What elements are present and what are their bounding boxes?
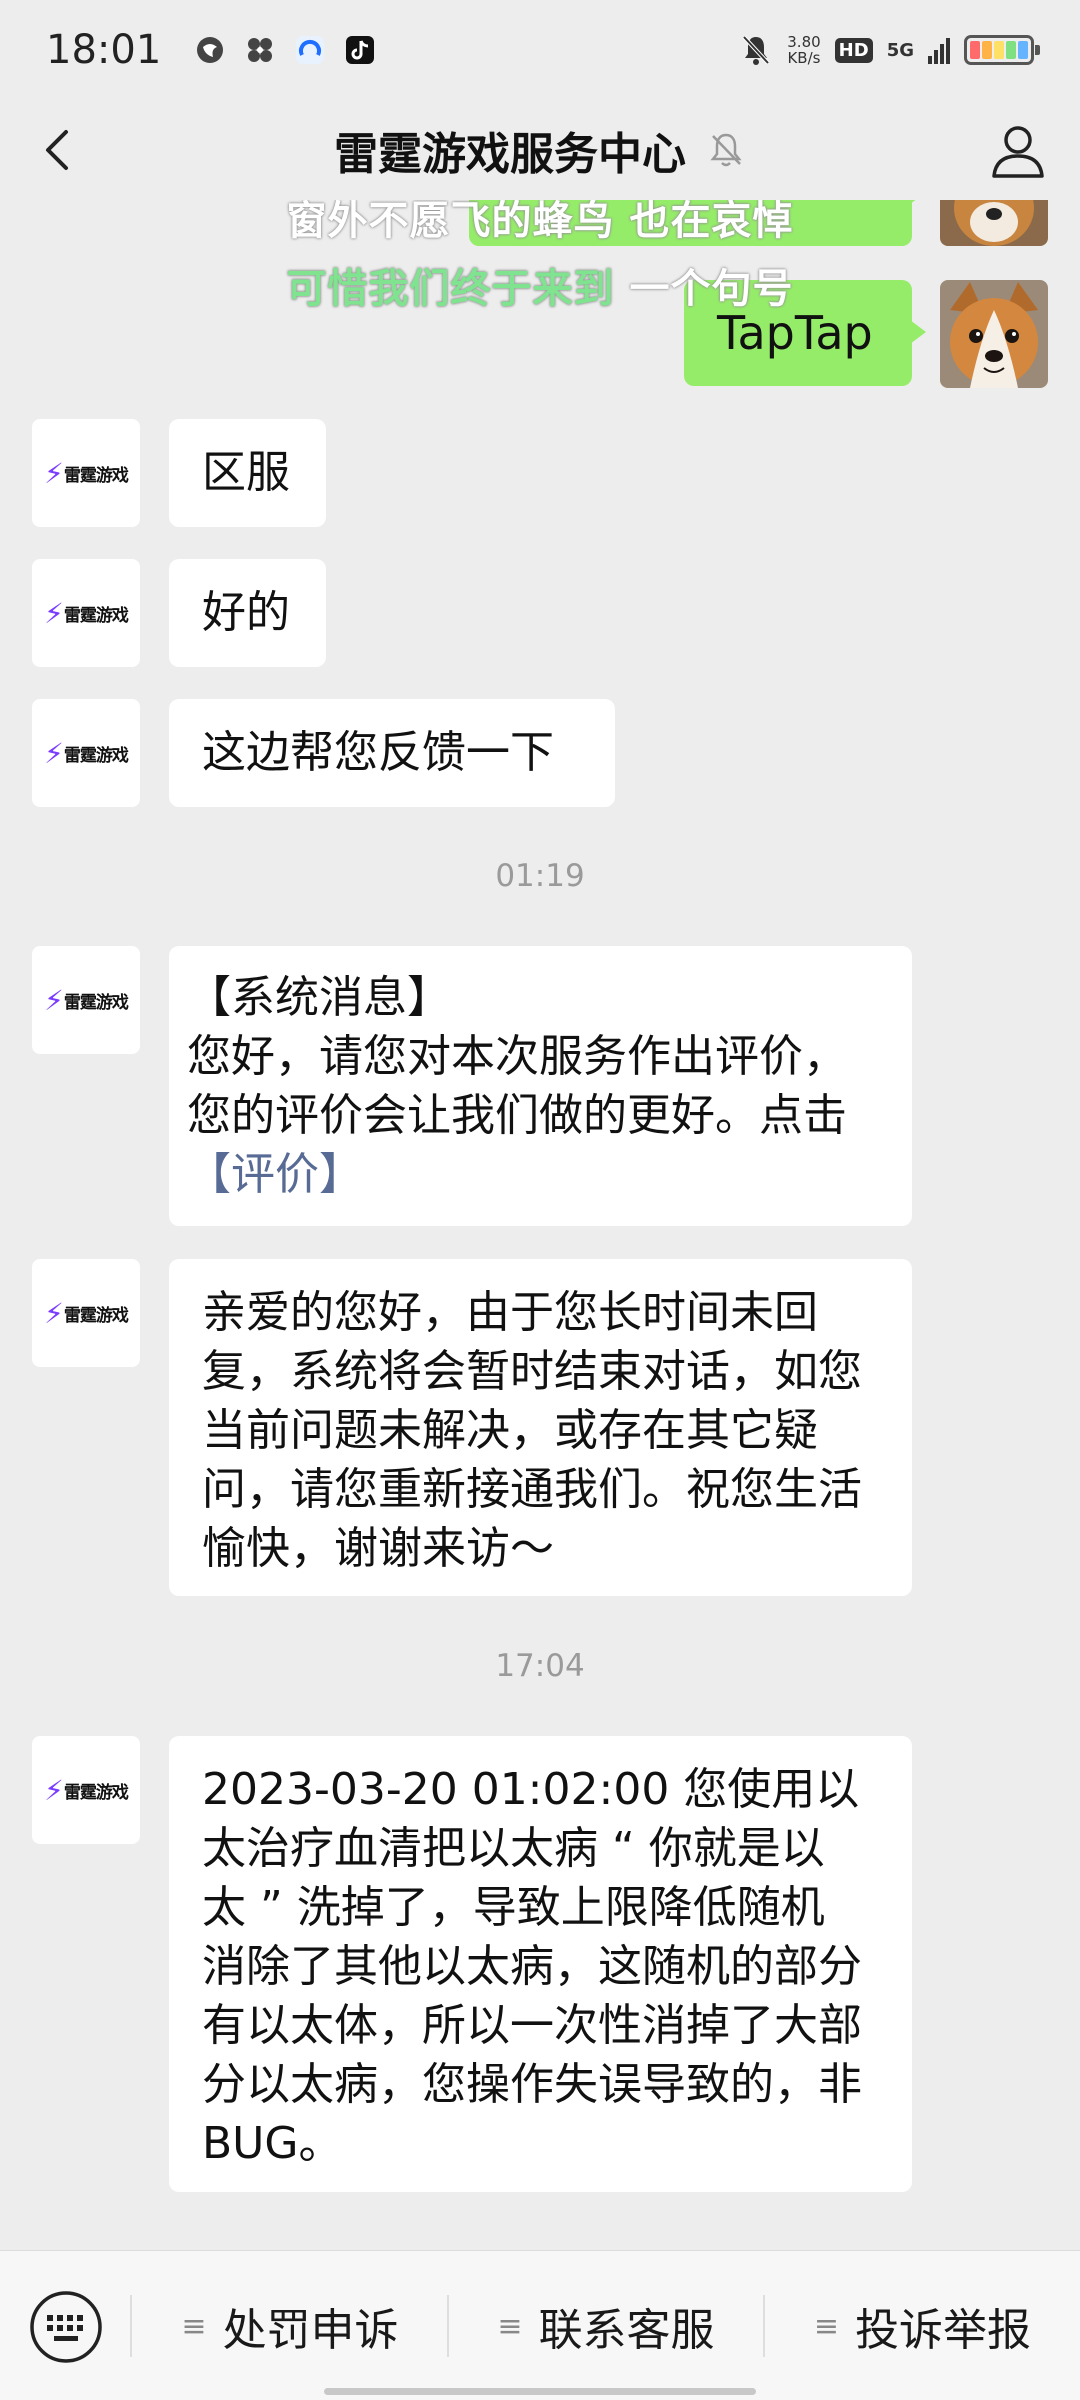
flower-app-icon <box>248 38 273 62</box>
avatar-service[interactable]: ⚡ 雷霆游戏 <box>32 419 140 527</box>
avatar-logo-text: 雷霆游戏 <box>63 745 129 766</box>
nav-bar: 雷霆游戏服务中心 <box>0 100 1080 200</box>
message-line: 有以太体，所以一次性消掉了大部 <box>202 2000 862 2051</box>
browser-app-icon <box>296 36 325 64</box>
menu-lines-icon: ≡ <box>181 2308 207 2344</box>
net-speed: 3.80 KB/s <box>787 34 820 66</box>
lyric-text-1: 窗外不愿飞的蜂鸟 也在哀悼 <box>286 200 794 244</box>
net-speed-unit: KB/s <box>787 49 821 67</box>
message-line: BUG。 <box>202 2118 343 2169</box>
rate-link[interactable]: 【评价】 <box>187 1145 894 1204</box>
signal-bars-icon <box>928 38 950 64</box>
signal-5g: 5G <box>886 39 914 61</box>
back-icon[interactable] <box>30 120 90 180</box>
system-message-line: 您的评价会让我们做的更好。点击 <box>187 1090 847 1141</box>
menu-lines-icon: ≡ <box>813 2308 840 2344</box>
message-line: 当前问题未解决，或存在其它疑 <box>202 1405 818 1456</box>
timestamp: 01:19 <box>495 858 585 894</box>
lyric-line-2: 可惜我们终于来到 一个句号 <box>0 256 1080 314</box>
timestamp: 17:04 <box>495 1648 585 1684</box>
menu-item-label: 联系客服 <box>538 2305 715 2356</box>
message-bubble-other[interactable]: 亲爱的您好，由于您长时间未回 复，系统将会暂时结束对话，如您 当前问题未解决，或… <box>169 1259 912 1596</box>
bolt-logo-icon: ⚡ <box>44 456 64 490</box>
message-text: 区服 <box>202 447 290 498</box>
nav-title-wrap: 雷霆游戏服务中心 <box>334 118 746 182</box>
status-right: 3.80 KB/s HD 5G <box>739 33 1040 67</box>
message-bubble-other[interactable]: 区服 <box>169 419 326 527</box>
avatar-logo-text: 雷霆游戏 <box>63 1782 129 1803</box>
status-time: 18:01 <box>46 27 162 73</box>
battery-icon <box>964 35 1040 65</box>
page-title: 雷霆游戏服务中心 <box>334 129 686 180</box>
message-bubble-other[interactable]: 这边帮您反馈一下 <box>169 699 615 807</box>
message-bubble-other[interactable]: 好的 <box>169 559 326 667</box>
avatar-service[interactable]: ⚡ 雷霆游戏 <box>32 559 140 667</box>
menu-lines-icon: ≡ <box>497 2308 523 2344</box>
menu-item-label: 处罚申诉 <box>222 2305 399 2356</box>
status-bar: 18:01 3.80 KB/s HD 5G <box>0 0 1080 100</box>
avatar-service[interactable]: ⚡ 雷霆游戏 <box>32 946 140 1054</box>
bolt-logo-icon: ⚡ <box>44 596 64 630</box>
message-text: 好的 <box>202 587 290 638</box>
message-bubble-other[interactable]: 2023-03-20 01:02:00 您使用以 太治疗血清把以太病 “ 你就是… <box>169 1736 912 2192</box>
message-text: 这边帮您反馈一下 <box>202 727 554 778</box>
message-line: 2023-03-20 01:02:00 您使用以 <box>202 1764 860 1815</box>
bolt-logo-icon: ⚡ <box>44 736 64 770</box>
bolt-logo-icon: ⚡ <box>44 983 64 1017</box>
lyric-text-2-highlight: 可惜我们终于来到 <box>286 266 615 312</box>
avatar-logo-text: 雷霆游戏 <box>63 992 129 1013</box>
hd-badge: HD <box>834 37 873 63</box>
message-line: 太 ” 洗掉了，导致上限降低随机 <box>202 1882 825 1933</box>
avatar-service[interactable]: ⚡ 雷霆游戏 <box>32 699 140 807</box>
tiktok-app-icon <box>346 36 375 64</box>
mute-bell-icon <box>710 133 742 167</box>
message-line: 太治疗血清把以太病 “ 你就是以 <box>202 1823 825 1874</box>
bolt-logo-icon: ⚡ <box>44 1296 64 1330</box>
message-line: 亲爱的您好，由于您长时间未回 <box>202 1287 818 1338</box>
menu-report-button[interactable]: ≡ 投诉举报 <box>765 2251 1080 2400</box>
profile-icon[interactable] <box>986 118 1050 182</box>
net-speed-value: 3.80 <box>787 33 821 51</box>
message-line: 分以太病，您操作失误导致的，非 <box>202 2059 862 2110</box>
message-line: 问，请您重新接通我们。祝您生活 <box>202 1464 862 1515</box>
mute-icon <box>742 35 770 65</box>
bottom-menu-bar: ≡ 处罚申诉 ≡ 联系客服 ≡ 投诉举报 <box>0 2250 1080 2400</box>
system-message-line: 您好，请您对本次服务作出评价， <box>187 1031 847 1082</box>
status-left: 18:01 <box>46 27 375 73</box>
message-text: TapTap <box>717 306 873 360</box>
avatar-logo-text: 雷霆游戏 <box>63 1305 129 1326</box>
message-line: 消除了其他以太病，这随机的部分 <box>202 1941 862 1992</box>
message-bubble-system[interactable]: 【系统消息】 您好，请您对本次服务作出评价， 您的评价会让我们做的更好。点击 【… <box>169 946 912 1226</box>
avatar-service[interactable]: ⚡ 雷霆游戏 <box>32 1736 140 1844</box>
menu-contact-service-button[interactable]: ≡ 联系客服 <box>449 2251 763 2400</box>
lyric-text-2-rest: 一个句号 <box>614 266 794 312</box>
menu-appeal-button[interactable]: ≡ 处罚申诉 <box>132 2251 448 2400</box>
avatar-service[interactable]: ⚡ 雷霆游戏 <box>32 1259 140 1367</box>
system-message-header: 【系统消息】 <box>187 972 451 1023</box>
avatar-logo-text: 雷霆游戏 <box>63 605 129 626</box>
message-line: 愉快，谢谢来访～ <box>202 1523 554 1574</box>
keyboard-icon[interactable] <box>28 2289 104 2365</box>
avatar-logo-text: 雷霆游戏 <box>63 465 129 486</box>
home-indicator[interactable] <box>324 2388 756 2395</box>
message-line: 复，系统将会暂时结束对话，如您 <box>202 1346 862 1397</box>
bolt-logo-icon: ⚡ <box>44 1773 64 1807</box>
menu-item-label: 投诉举报 <box>855 2305 1032 2356</box>
lyric-line-1: 窗外不愿飞的蜂鸟 也在哀悼 <box>0 200 1080 246</box>
globe-app-icon <box>197 37 224 63</box>
chat-area[interactable]: TapTap 窗外不愿飞的蜂鸟 也在哀悼 可惜我们终于来到 一个句号 ⚡ 雷霆游戏… <box>0 200 1080 2250</box>
